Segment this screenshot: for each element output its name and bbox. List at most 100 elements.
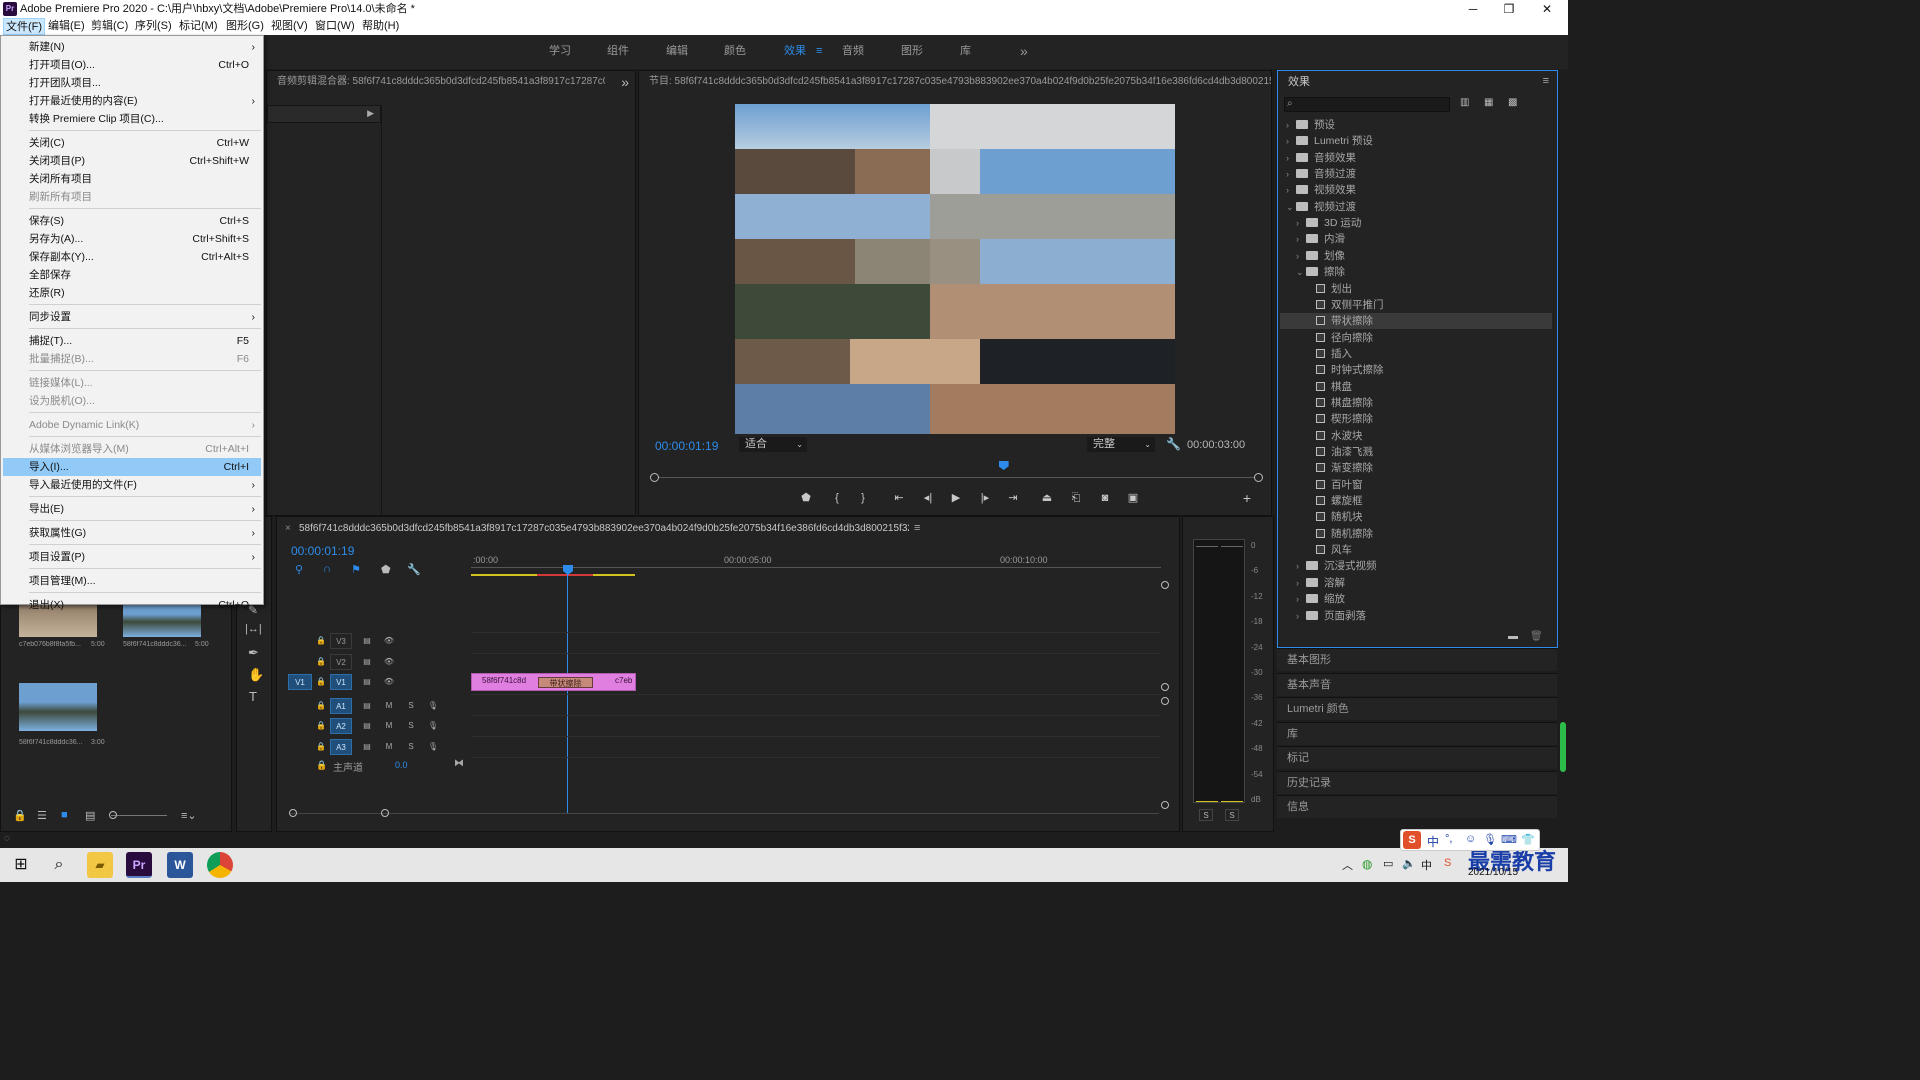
effects-folder[interactable]: › 3D 运动 — [1280, 215, 1552, 231]
vertical-scroll-handle[interactable] — [1161, 697, 1169, 705]
solo-left-button[interactable]: S — [1199, 809, 1213, 821]
track-target-label[interactable]: V2 — [330, 654, 352, 670]
emoji-icon[interactable]: ☺ — [1465, 833, 1476, 845]
menu-help[interactable]: 帮助(H) — [360, 18, 401, 35]
lock-icon[interactable]: 🔒 — [314, 740, 328, 754]
wrench-icon[interactable]: 🔧 — [407, 563, 421, 576]
effects-item[interactable]: 棋盘擦除 — [1280, 395, 1552, 411]
voiceover-icon[interactable]: 🎙 — [426, 719, 440, 733]
scrub-start-handle[interactable] — [650, 473, 659, 482]
side-panel-header[interactable]: 信息 — [1277, 795, 1557, 818]
chevron-right-icon[interactable]: › — [1296, 575, 1306, 591]
program-playhead[interactable] — [998, 461, 1009, 470]
step-back-icon[interactable]: ◂| — [920, 490, 936, 506]
effects-item[interactable]: 螺旋框 — [1280, 493, 1552, 509]
file-menu-item[interactable]: 新建(N) › — [3, 38, 261, 56]
file-menu-item[interactable]: 关闭项目(P) Ctrl+Shift+W — [3, 152, 261, 170]
timeline-clip[interactable]: 58f6f741c8d 带状擦除 c7eb — [471, 673, 636, 691]
project-bin-item[interactable]: 58f6f741c8dddc36... 3:00 — [19, 683, 115, 755]
menu-graphics[interactable]: 图形(G) — [224, 18, 266, 35]
new-bin-icon[interactable]: ▬ — [1508, 631, 1518, 642]
chevron-right-icon[interactable]: › — [1296, 591, 1306, 607]
track-target-label[interactable]: A2 — [330, 718, 352, 734]
voice-icon[interactable]: 🎙 — [1483, 833, 1497, 846]
linked-selection-icon[interactable]: ∩ — [323, 563, 331, 575]
workspace-more-icon[interactable]: » — [1020, 35, 1028, 69]
add-button-icon[interactable]: + — [1239, 490, 1255, 506]
effects-item[interactable]: 带状擦除 — [1280, 313, 1552, 330]
play-icon[interactable]: ▶ — [948, 490, 964, 506]
effects-item[interactable]: 棋盘 — [1280, 379, 1552, 395]
program-timecode[interactable]: 00:00:01:19 — [655, 439, 718, 453]
side-panel-header[interactable]: 基本图形 — [1277, 648, 1557, 671]
add-marker-icon[interactable]: ⚑ — [351, 563, 361, 576]
file-menu-item[interactable]: 同步设置 › — [3, 308, 261, 326]
marker-icon[interactable]: ⬟ — [381, 563, 391, 576]
effects-folder[interactable]: › 预设 — [1280, 117, 1552, 133]
chevron-right-icon[interactable]: › — [1286, 133, 1296, 149]
menu-marker[interactable]: 标记(M) — [177, 18, 220, 35]
freeform-view-icon[interactable]: ▤ — [85, 809, 95, 822]
network-icon[interactable]: ▭ — [1383, 857, 1393, 870]
extract-icon[interactable]: ⎗ — [1068, 490, 1084, 506]
premiere-taskbar-icon[interactable]: Pr — [126, 852, 152, 878]
punctuation-icon[interactable]: °, — [1445, 833, 1452, 845]
side-panel-header[interactable]: 历史记录 — [1277, 770, 1557, 794]
chevron-right-icon[interactable]: › — [1296, 558, 1306, 574]
source-patch-v1[interactable]: V1 — [288, 674, 312, 690]
chevron-down-icon[interactable]: ⌄ — [1286, 199, 1296, 215]
effects-item[interactable]: 风车 — [1280, 542, 1552, 558]
tray-app-icon[interactable]: ◍ — [1362, 857, 1372, 871]
effects-item[interactable]: 楔形擦除 — [1280, 411, 1552, 427]
file-menu-item[interactable]: 打开项目(O)... Ctrl+O — [3, 56, 261, 74]
chevron-right-icon[interactable]: › — [1286, 117, 1296, 133]
voiceover-icon[interactable]: 🎙 — [426, 740, 440, 754]
side-panel-header[interactable]: 标记 — [1277, 746, 1557, 769]
lock-icon[interactable]: 🔒 — [316, 760, 327, 771]
master-end-icon[interactable]: ⧓ — [454, 758, 464, 769]
delete-icon[interactable]: 🗑 — [1530, 631, 1543, 642]
effects-folder[interactable]: ⌄ 视频过渡 — [1280, 199, 1552, 215]
menu-view[interactable]: 视图(V) — [269, 18, 310, 35]
lock-icon[interactable]: 🔒 — [314, 719, 328, 733]
sequence-menu-icon[interactable]: ≡ — [914, 522, 920, 534]
file-menu-item[interactable]: 另存为(A)... Ctrl+Shift+S — [3, 230, 261, 248]
transition-label[interactable]: 带状擦除 — [538, 677, 593, 688]
effects-item[interactable]: 时钟式擦除 — [1280, 362, 1552, 378]
h-scroll-left-handle[interactable] — [289, 809, 297, 817]
workspace-tab-audio[interactable]: 音频 — [842, 35, 864, 69]
workspace-menu-icon[interactable]: ≡ — [816, 35, 822, 69]
lift-icon[interactable]: ⏏ — [1039, 490, 1055, 506]
master-volume-value[interactable]: 0.0 — [395, 760, 408, 770]
sync-lock-icon[interactable]: ▤ — [360, 634, 374, 648]
file-menu-item[interactable]: 退出(X) Ctrl+Q — [3, 596, 261, 614]
workspace-tab-color[interactable]: 颜色 — [724, 35, 746, 69]
solo-icon[interactable]: S — [404, 699, 418, 713]
sync-lock-icon[interactable]: ▤ — [360, 699, 374, 713]
mute-icon[interactable]: M — [382, 699, 396, 713]
file-menu-item[interactable]: 打开团队项目... — [3, 74, 261, 92]
effects-item[interactable]: 双侧平推门 — [1280, 297, 1552, 313]
chevron-right-icon[interactable]: › — [1286, 150, 1296, 166]
file-menu-item[interactable]: 全部保存 — [3, 266, 261, 284]
pen-tool-icon[interactable]: ✒ — [248, 645, 259, 661]
program-scrub-track[interactable] — [651, 477, 1259, 478]
effects-item[interactable]: 径向擦除 — [1280, 330, 1552, 346]
zoom-slider-handle[interactable] — [109, 811, 117, 819]
file-menu-item[interactable]: 导入最近使用的文件(F) › — [3, 476, 261, 494]
sequence-tab-title[interactable]: 58f6f741c8dddc365b0d3dfcd245fb8541a3f891… — [299, 523, 909, 534]
effects-folder[interactable]: › 内滑 — [1280, 231, 1552, 247]
lock-icon[interactable]: 🔒 — [314, 699, 328, 713]
track-target-label[interactable]: A1 — [330, 698, 352, 714]
rate-stretch-icon[interactable]: |↔| — [245, 623, 262, 635]
add-marker-icon[interactable]: ⬟ — [798, 490, 814, 506]
minimize-button[interactable]: ─ — [1458, 0, 1488, 18]
effects-search-input[interactable]: ⌕ — [1284, 97, 1450, 112]
yuv-effects-icon[interactable]: ▩ — [1508, 97, 1517, 108]
search-icon[interactable]: ⌕ — [46, 852, 72, 878]
file-menu-item[interactable]: 转换 Premiere Clip 项目(C)... — [3, 110, 261, 128]
effects-item[interactable]: 渐变擦除 — [1280, 460, 1552, 476]
track-target-label[interactable]: V1 — [330, 674, 352, 690]
file-menu-item[interactable]: 关闭(C) Ctrl+W — [3, 134, 261, 152]
panel-menu-icon[interactable]: ≡ — [1543, 75, 1549, 87]
